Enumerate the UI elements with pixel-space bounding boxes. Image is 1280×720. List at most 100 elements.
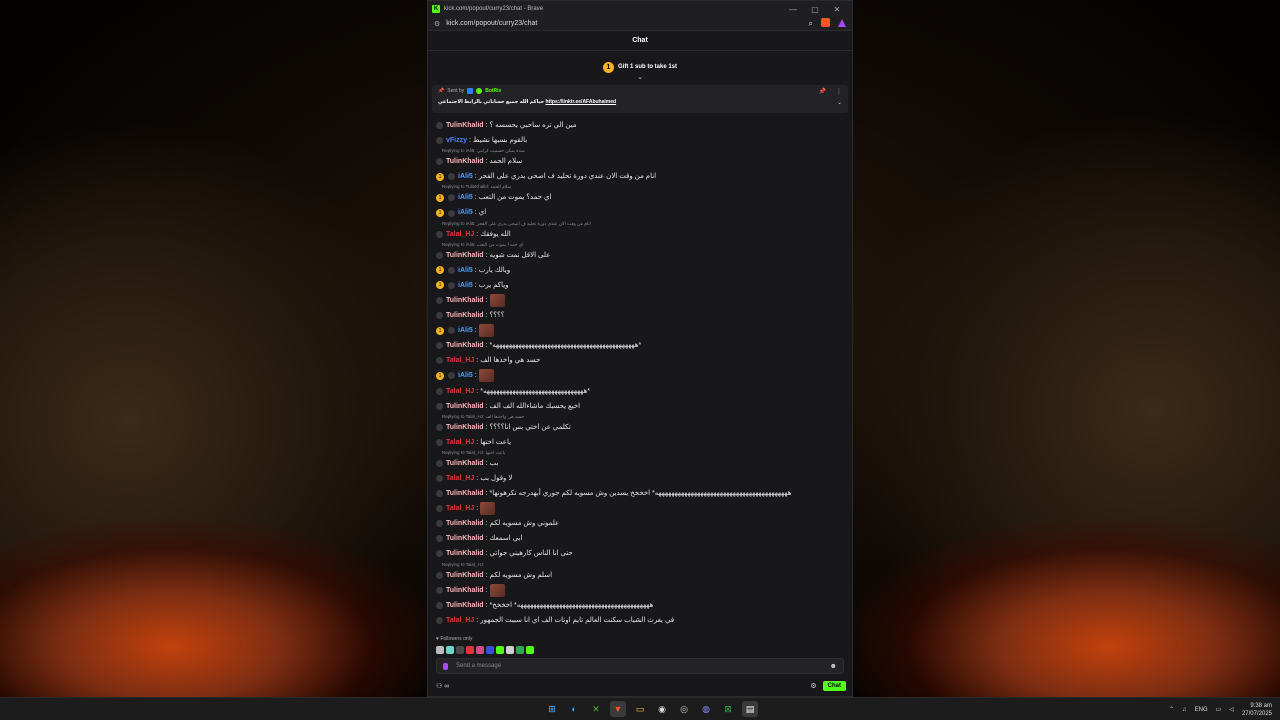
emote-image[interactable] [480, 502, 496, 516]
chat-username[interactable]: iAli5 [458, 368, 473, 383]
chat-message-text: في يغرث الشباب سكنت العالم تايم اوتات ال… [480, 616, 675, 624]
expand-icon[interactable]: ⌄ [837, 99, 842, 106]
send-chat-button[interactable]: Chat [822, 681, 846, 691]
active-window-icon[interactable]: ▤ [742, 701, 758, 717]
emote-image[interactable] [489, 583, 505, 597]
message-input-placeholder[interactable]: Send a message [456, 663, 830, 669]
chat-username[interactable]: Talal_HJ [446, 471, 474, 486]
username-separator: : [474, 327, 477, 335]
stream-app-icon[interactable]: ◎ [676, 701, 692, 717]
emote-icon[interactable] [506, 646, 514, 654]
username-separator: : [485, 535, 488, 543]
file-explorer-icon[interactable]: ▭ [632, 701, 648, 717]
clock[interactable]: 9:38 am 27/07/2025 [1242, 702, 1272, 718]
chat-username[interactable]: TulinKhalid [446, 583, 484, 598]
chat-username[interactable]: iAli5 [458, 263, 473, 278]
chat-message-text: اسلم وش مسويه لكم [489, 571, 553, 579]
brave-browser-icon[interactable]: ▼ [610, 701, 626, 717]
chat-username[interactable]: Talal_HJ [446, 227, 474, 242]
chat-username[interactable]: TulinKhalid [446, 516, 484, 531]
pinned-link[interactable]: https://linktr.ee/AFAbuhaimed [546, 99, 617, 105]
mic-icon[interactable] [443, 662, 448, 670]
user-avatar [436, 357, 443, 365]
chat-username[interactable]: Talal_HJ [446, 435, 474, 450]
chat-username[interactable]: iAli5 [458, 190, 473, 205]
chat-username[interactable]: Talal_HJ [446, 384, 474, 399]
xbox-icon[interactable]: ✕ [588, 701, 604, 717]
settings-icon[interactable]: ⚙ [810, 682, 816, 690]
chevron-down-icon[interactable]: ⌄ [637, 73, 643, 81]
emote-image[interactable] [489, 293, 505, 307]
minimize-icon[interactable]: — [782, 5, 804, 14]
address-bar[interactable]: ⚙ kick.com/popout/curry23/chat ⌕ [428, 17, 852, 31]
discord-icon[interactable]: ◍ [698, 701, 714, 717]
chat-username[interactable]: TulinKhalid [446, 338, 484, 353]
obs-icon[interactable]: ◉ [654, 701, 670, 717]
network-icon[interactable]: ▭ [1216, 706, 1222, 713]
more-options-icon[interactable]: ⋮ [836, 88, 842, 95]
brave-rewards-icon[interactable] [838, 18, 846, 29]
chat-username[interactable]: TulinKhalid [446, 486, 484, 501]
gift-sub-banner[interactable]: 1 Gift 1 sub to take 1st ⌄ [428, 51, 852, 83]
chat-username[interactable]: TulinKhalid [446, 118, 484, 133]
link-accounts-icon[interactable]: ⚇ ∞ [436, 682, 810, 690]
chat-username[interactable]: iAli5 [458, 169, 473, 184]
message-input[interactable]: Send a message ☻ [436, 658, 844, 674]
chat-username[interactable]: Talal_HJ [446, 613, 474, 628]
emote-icon[interactable] [526, 646, 534, 654]
username-separator: : [485, 520, 488, 528]
chat-username[interactable]: Talal_HJ [446, 501, 474, 516]
zoom-icon[interactable]: ⌕ [809, 19, 813, 29]
chat-username[interactable]: TulinKhalid [446, 248, 484, 263]
chat-username[interactable]: iAli5 [458, 278, 473, 293]
username-separator: : [485, 601, 488, 609]
emote-icon[interactable] [466, 646, 474, 654]
chat-username[interactable]: TulinKhalid [446, 546, 484, 561]
emote-icon[interactable] [436, 646, 444, 654]
start-menu-icon[interactable]: ⊞ [544, 701, 560, 717]
emote-icon[interactable] [456, 646, 464, 654]
emote-icon[interactable] [486, 646, 494, 654]
chat-username[interactable]: TulinKhalid [446, 420, 484, 435]
emote-image[interactable] [478, 324, 494, 338]
chat-username[interactable]: iAli5 [458, 323, 473, 338]
chat-username[interactable]: Talal_HJ [446, 353, 474, 368]
chat-message: 1 iAli5: وياكم يرب [436, 278, 844, 293]
chat-username[interactable]: TulinKhalid [446, 293, 484, 308]
emote-icon[interactable] [476, 646, 484, 654]
pinned-message: 📌 Sent by BotRix حياكم الله جميع حساباتي… [432, 85, 848, 113]
chat-username[interactable]: TulinKhalid [446, 598, 484, 613]
chat-username[interactable]: TulinKhalid [446, 399, 484, 414]
chat-username[interactable]: vFizzy [446, 133, 467, 148]
chat-username[interactable]: TulinKhalid [446, 456, 484, 471]
mic-tray-icon[interactable]: ♫ [1182, 707, 1187, 713]
url-text[interactable]: kick.com/popout/curry23/chat [446, 20, 800, 27]
brave-shields-icon[interactable] [821, 18, 830, 29]
pin-icon[interactable]: 📌 [819, 88, 826, 95]
chat-username[interactable]: TulinKhalid [446, 154, 484, 169]
emote-icon[interactable] [516, 646, 524, 654]
volume-icon[interactable]: ◁ [1229, 706, 1234, 713]
emote-image[interactable] [478, 369, 494, 383]
chevron-up-icon[interactable]: ⌃ [1169, 706, 1174, 713]
maximize-icon[interactable]: ▢ [804, 5, 826, 14]
site-settings-icon[interactable]: ⚙ [434, 20, 440, 28]
chat-message: TulinKhalid: على الاقل نمت شويه [436, 248, 844, 263]
emote-icon[interactable] [446, 646, 454, 654]
username-separator: : [485, 251, 488, 259]
chat-username[interactable]: iAli5 [458, 205, 473, 220]
user-avatar [436, 490, 443, 498]
pinned-sender[interactable]: BotRix [485, 88, 501, 94]
taskbar: ⊞ ◐ ✕ ▼ ▭ ◉ ◎ ◍ ⊠ ▤ ⌃ ♫ ENG ▭ ◁ 9:38 am … [0, 697, 1280, 720]
chat-username[interactable]: TulinKhalid [446, 531, 484, 546]
chat-message: TulinKhalid: حتى انا الناس كارهيني جواتي [436, 546, 844, 561]
emote-icon[interactable] [496, 646, 504, 654]
chat-username[interactable]: TulinKhalid [446, 308, 484, 323]
chat-username[interactable]: TulinKhalid [446, 568, 484, 583]
emoji-icon[interactable]: ☻ [830, 663, 837, 670]
language-indicator[interactable]: ENG [1195, 707, 1208, 713]
excel-icon[interactable]: ⊠ [720, 701, 736, 717]
edge-browser-icon[interactable]: ◐ [566, 701, 582, 717]
close-icon[interactable]: ✕ [826, 5, 848, 14]
subscriber-badge: 1 [436, 281, 444, 290]
